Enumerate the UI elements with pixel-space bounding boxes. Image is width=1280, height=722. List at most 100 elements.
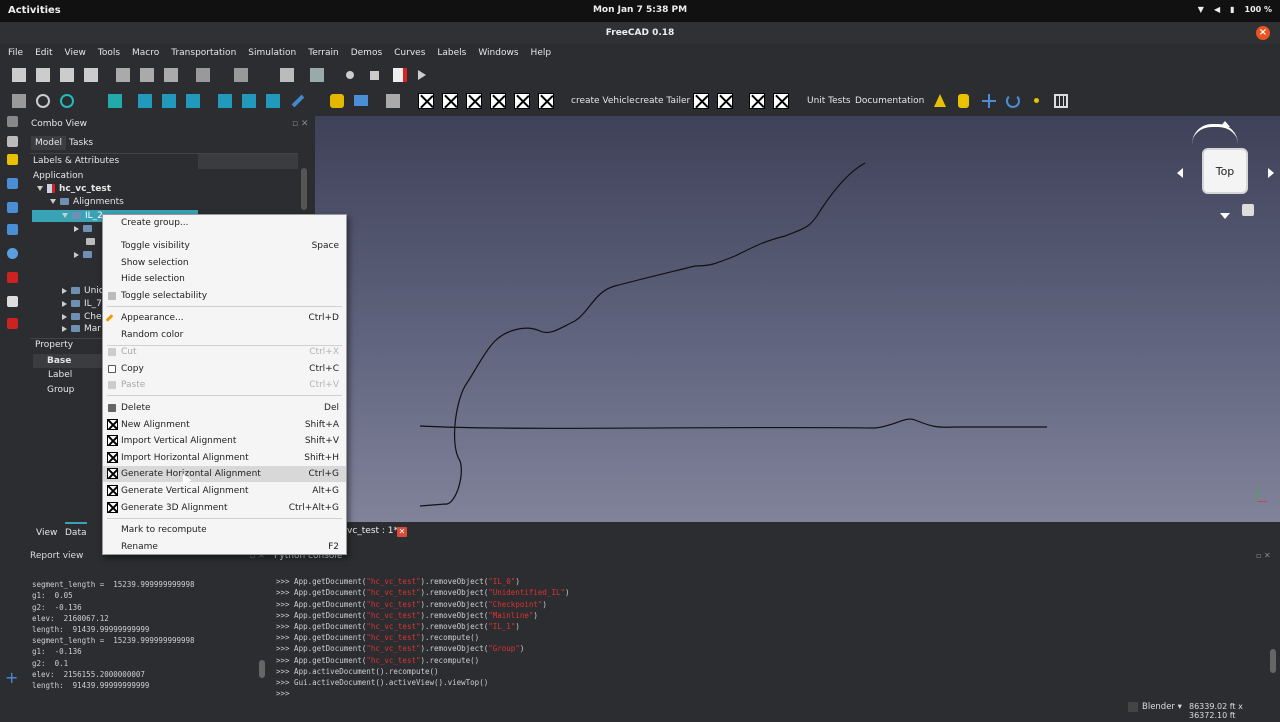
menu-item-paste[interactable]: Paste Ctrl+V (103, 377, 346, 393)
tree-alignments[interactable]: Alignments (50, 197, 124, 207)
tool-x-icon-4[interactable] (490, 93, 506, 109)
add-icon[interactable]: + (5, 668, 18, 687)
strip-icon-3[interactable] (7, 154, 18, 165)
view-rear-icon[interactable] (218, 94, 232, 108)
strip-icon-5[interactable] (7, 202, 18, 213)
paste-icon[interactable] (164, 68, 178, 82)
3d-view[interactable] (315, 116, 1280, 522)
menu-item-rename[interactable]: Rename F2 (103, 539, 346, 555)
tree-item-unic[interactable]: Unic (62, 286, 104, 296)
tree-child-2[interactable] (86, 237, 99, 247)
menu-simulation[interactable]: Simulation (248, 48, 296, 58)
menu-item-show-selection[interactable]: Show selection (103, 255, 346, 271)
menu-item-hide-selection[interactable]: Hide selection (103, 271, 346, 287)
navcube-up-arrow[interactable] (1220, 121, 1230, 127)
move-icon[interactable] (982, 94, 996, 108)
navigation-style-selector[interactable]: Blender ▾ (1142, 702, 1182, 712)
measure-icon[interactable] (291, 94, 305, 108)
documentation-button[interactable]: Documentation (855, 96, 924, 106)
property-label[interactable]: Label (48, 370, 72, 380)
navcube-top-face[interactable]: Top (1202, 148, 1248, 194)
print-icon[interactable] (84, 68, 98, 82)
strip-icon-8[interactable] (7, 272, 18, 283)
console-scrollbar[interactable] (1270, 649, 1276, 673)
view-top-icon[interactable] (162, 94, 176, 108)
tree-item-il-7[interactable]: IL_7 (62, 299, 102, 309)
menu-item-random-color[interactable]: Random color (103, 327, 346, 343)
rotate-icon[interactable] (1006, 94, 1020, 108)
tool-x-icon-5[interactable] (514, 93, 530, 109)
tree-item-che[interactable]: Che (62, 312, 102, 322)
strip-icon-9[interactable] (7, 296, 18, 307)
zoom-fit-icon[interactable] (12, 94, 26, 108)
tool-x-icon-7[interactable] (693, 93, 709, 109)
menu-windows[interactable]: Windows (478, 48, 518, 58)
menu-labels[interactable]: Labels (437, 48, 466, 58)
tree-item-il-2[interactable]: IL_2 (62, 211, 103, 221)
strip-icon-10[interactable] (7, 318, 18, 329)
zoom-icon[interactable] (36, 94, 50, 108)
view-right-icon[interactable] (186, 94, 200, 108)
create-tailer-button[interactable]: create Tailer (635, 96, 690, 106)
menu-item-generate-3d-alignment[interactable]: Generate 3D Alignment Ctrl+Alt+G (103, 500, 346, 516)
tab-view[interactable]: View (36, 528, 57, 538)
whats-this-icon[interactable] (310, 68, 324, 82)
navcube-mini-cube[interactable] (1242, 204, 1254, 216)
macros-icon[interactable] (393, 68, 407, 82)
strip-icon-7[interactable] (7, 248, 18, 259)
menu-item-create-group[interactable]: Create group... (103, 215, 346, 231)
system-tray[interactable]: ▼ ◀ ▮ 100 % (1198, 5, 1272, 14)
document-tab[interactable]: vc_test : 1* (347, 526, 398, 536)
report-scrollbar[interactable] (259, 660, 265, 678)
tool-x-icon-1[interactable] (418, 93, 434, 109)
tool-x-icon-3[interactable] (466, 93, 482, 109)
tree-scrollbar[interactable] (301, 168, 307, 210)
tree-child-1[interactable] (74, 224, 96, 234)
tree-doc-hc-vc-test[interactable]: hc_vc_test (37, 184, 111, 194)
new-file-icon[interactable] (12, 68, 26, 82)
menu-item-new-alignment[interactable]: New Alignment Shift+A (103, 417, 346, 433)
menu-edit[interactable]: Edit (35, 48, 52, 58)
menu-demos[interactable]: Demos (351, 48, 382, 58)
tool-x-icon-8[interactable] (717, 93, 733, 109)
menu-item-mark-to-recompute[interactable]: Mark to recompute (103, 522, 346, 538)
unit-tests-button[interactable]: Unit Tests (807, 96, 851, 106)
menu-item-generate-horizontal-alignment[interactable]: Generate Horizontal Alignment Ctrl+G (103, 466, 346, 482)
menu-view[interactable]: View (65, 48, 86, 58)
tree-item-mar[interactable]: Mar (62, 324, 101, 334)
menu-help[interactable]: Help (531, 48, 552, 58)
tool-x-icon-6[interactable] (538, 93, 554, 109)
navcube-right-arrow[interactable] (1268, 168, 1274, 178)
undo-icon[interactable] (196, 68, 210, 82)
view-left-icon[interactable] (266, 94, 280, 108)
menu-curves[interactable]: Curves (394, 48, 425, 58)
tab-model[interactable]: Model (31, 136, 67, 150)
save-icon[interactable] (60, 68, 74, 82)
redo-icon[interactable] (234, 68, 248, 82)
tool-x-icon-2[interactable] (442, 93, 458, 109)
navcube-left-arrow[interactable] (1177, 168, 1183, 178)
open-file-icon[interactable] (36, 68, 50, 82)
refresh-icon[interactable] (280, 68, 294, 82)
menu-item-generate-vertical-alignment[interactable]: Generate Vertical Alignment Alt+G (103, 483, 346, 499)
navcube-down-arrow[interactable] (1220, 213, 1230, 219)
close-tab-icon[interactable]: ✕ (397, 527, 407, 537)
copy-icon[interactable] (140, 68, 154, 82)
view-bottom-icon[interactable] (242, 94, 256, 108)
record-macro-icon[interactable] (346, 71, 354, 79)
menu-item-copy[interactable]: Copy Ctrl+C (103, 361, 346, 377)
view-isometric-icon[interactable] (108, 94, 122, 108)
draw-style-icon[interactable] (60, 94, 74, 108)
menu-transportation[interactable]: Transportation (171, 48, 236, 58)
tab-data[interactable]: Data (65, 528, 87, 538)
warning-icon[interactable] (934, 94, 946, 107)
tree-child-3[interactable] (74, 250, 96, 260)
strip-icon-1[interactable] (7, 116, 18, 127)
stop-macro-icon[interactable] (370, 71, 379, 80)
tool-x-icon-9[interactable] (749, 93, 765, 109)
clock[interactable]: Mon Jan 7 5:38 PM (0, 5, 1280, 15)
menu-file[interactable]: File (8, 48, 23, 58)
menu-item-delete[interactable]: Delete Del (103, 400, 346, 416)
strip-icon-6[interactable] (7, 224, 18, 235)
group-icon[interactable] (354, 95, 368, 106)
